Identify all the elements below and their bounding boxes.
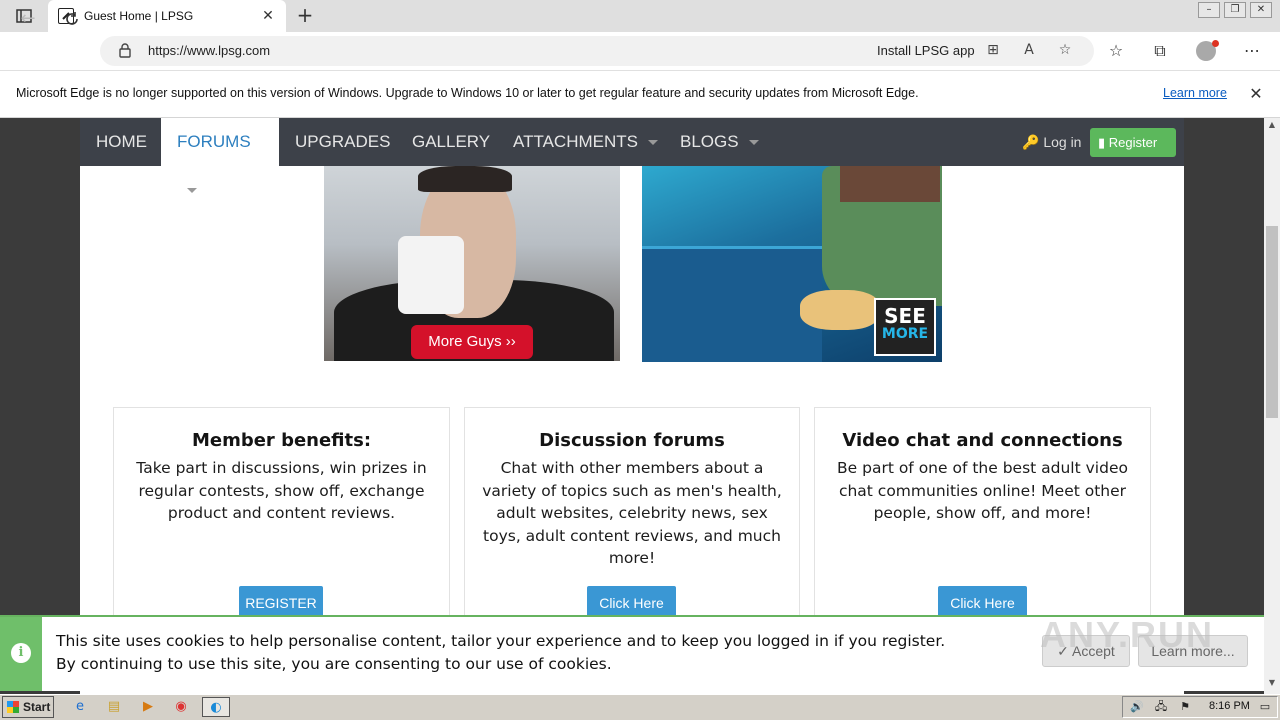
volume-icon[interactable]: 🔊 [1126, 697, 1148, 717]
favorites-icon[interactable]: ☆ [1105, 40, 1127, 62]
url-text[interactable]: https://www.lpsg.com [148, 43, 270, 58]
collections-icon[interactable]: ⧉ [1149, 40, 1171, 62]
nav-home[interactable]: HOME [80, 118, 163, 166]
restore-icon[interactable]: ❐ [1224, 2, 1246, 18]
login-link[interactable]: 🔑 Log in [1022, 118, 1081, 166]
windows-taskbar [0, 694, 1280, 720]
chrome-icon[interactable]: ◉ [170, 697, 192, 717]
refresh-icon[interactable] [60, 7, 84, 31]
infobar-close-icon[interactable]: ✕ [1247, 84, 1265, 103]
infobar-learn-more-link[interactable]: Learn more [1163, 86, 1227, 100]
profile-avatar[interactable] [1196, 40, 1219, 61]
infobar-message: Microsoft Edge is no longer supported on… [16, 86, 919, 100]
start-button[interactable]: Start [2, 696, 54, 718]
promo-image-mug [398, 236, 464, 314]
new-tab-button[interactable]: + [292, 4, 318, 28]
app-install-icon[interactable]: ⊞ [984, 42, 1002, 60]
window-controls: – ❐ ✕ [1198, 0, 1272, 20]
media-player-icon[interactable]: ▶ [137, 697, 159, 717]
window-close-icon[interactable]: ✕ [1250, 2, 1272, 18]
chevron-down-icon[interactable] [748, 140, 759, 146]
minimize-icon[interactable]: – [1198, 2, 1220, 18]
see-more-top: SEE [884, 304, 926, 328]
promo-image-snack [800, 290, 880, 330]
cookie-line-2: By continuing to use this site, you are … [56, 655, 612, 673]
tab-close-icon[interactable]: ✕ [260, 8, 276, 24]
lock-icon[interactable] [118, 42, 134, 60]
cookie-line-1: This site uses cookies to help personali… [56, 632, 946, 650]
network-icon[interactable]: 🖧 [1150, 697, 1172, 717]
scroll-up-icon[interactable]: ▲ [1264, 120, 1280, 134]
promo-image-arm [840, 166, 940, 202]
register-label: Register [1108, 135, 1158, 150]
card-body: Be part of one of the best adult video c… [837, 459, 1128, 522]
cookie-text: This site uses cookies to help personali… [56, 630, 945, 676]
key-icon: 🔑 [1022, 134, 1040, 150]
nav-attachments[interactable]: ATTACHMENTS [497, 118, 674, 166]
nav-blogs-label: BLOGS [680, 132, 739, 151]
card-body: Chat with other members about a variety … [482, 459, 782, 567]
nav-gallery-label: GALLERY [412, 132, 491, 151]
taskbar-clock: 8:16 PM [1209, 700, 1250, 712]
file-explorer-icon[interactable]: ▤ [103, 697, 125, 717]
back-icon[interactable]: ← [16, 7, 40, 31]
card-body: Take part in discussions, win prizes in … [136, 459, 427, 522]
show-desktop-icon[interactable]: ▭ [1254, 697, 1276, 717]
nav-blogs[interactable]: BLOGS [664, 118, 775, 166]
more-guys-button[interactable]: More Guys ›› [411, 325, 533, 359]
info-icon [0, 617, 42, 691]
chevron-down-icon[interactable] [647, 140, 658, 146]
chevron-down-icon[interactable] [187, 188, 197, 194]
promo-image-bowl [642, 246, 822, 362]
internet-explorer-icon[interactable]: e [69, 697, 91, 717]
nav-forums-label: FORUMS [177, 132, 251, 151]
nav-forums[interactable]: FORUMS [161, 118, 279, 194]
more-options-icon[interactable]: ⋯ [1241, 40, 1263, 62]
scroll-down-icon[interactable]: ▼ [1264, 678, 1280, 692]
nav-gallery[interactable]: GALLERY [396, 118, 506, 166]
nav-upgrades-label: UPGRADES [295, 132, 391, 151]
anyrun-watermark: ANY.RUN [1040, 614, 1215, 655]
clipboard-icon: ▮ [1098, 135, 1106, 150]
card-title: Discussion forums [539, 430, 725, 451]
tab-title: Guest Home | LPSG [84, 9, 194, 23]
card-title: Video chat and connections [842, 430, 1123, 451]
scrollbar-thumb[interactable] [1266, 226, 1278, 418]
register-button[interactable]: ▮ Register [1090, 128, 1176, 157]
edge-icon[interactable]: ◐ [202, 697, 230, 717]
install-app-button[interactable]: Install LPSG app [877, 43, 975, 58]
card-title: Member benefits: [191, 430, 372, 451]
promo-image-hair [418, 166, 512, 192]
see-more-bottom: MORE [881, 326, 929, 342]
see-more-badge[interactable]: SEE MORE [874, 298, 936, 356]
add-favorite-icon[interactable]: ☆ [1056, 42, 1074, 60]
nav-upgrades[interactable]: UPGRADES [279, 118, 406, 166]
flag-icon[interactable]: ⚑ [1174, 697, 1196, 717]
read-aloud-icon[interactable]: A [1020, 42, 1038, 60]
nav-attachments-label: ATTACHMENTS [513, 132, 638, 151]
nav-home-label: HOME [96, 132, 147, 151]
login-label: Log in [1043, 134, 1082, 150]
